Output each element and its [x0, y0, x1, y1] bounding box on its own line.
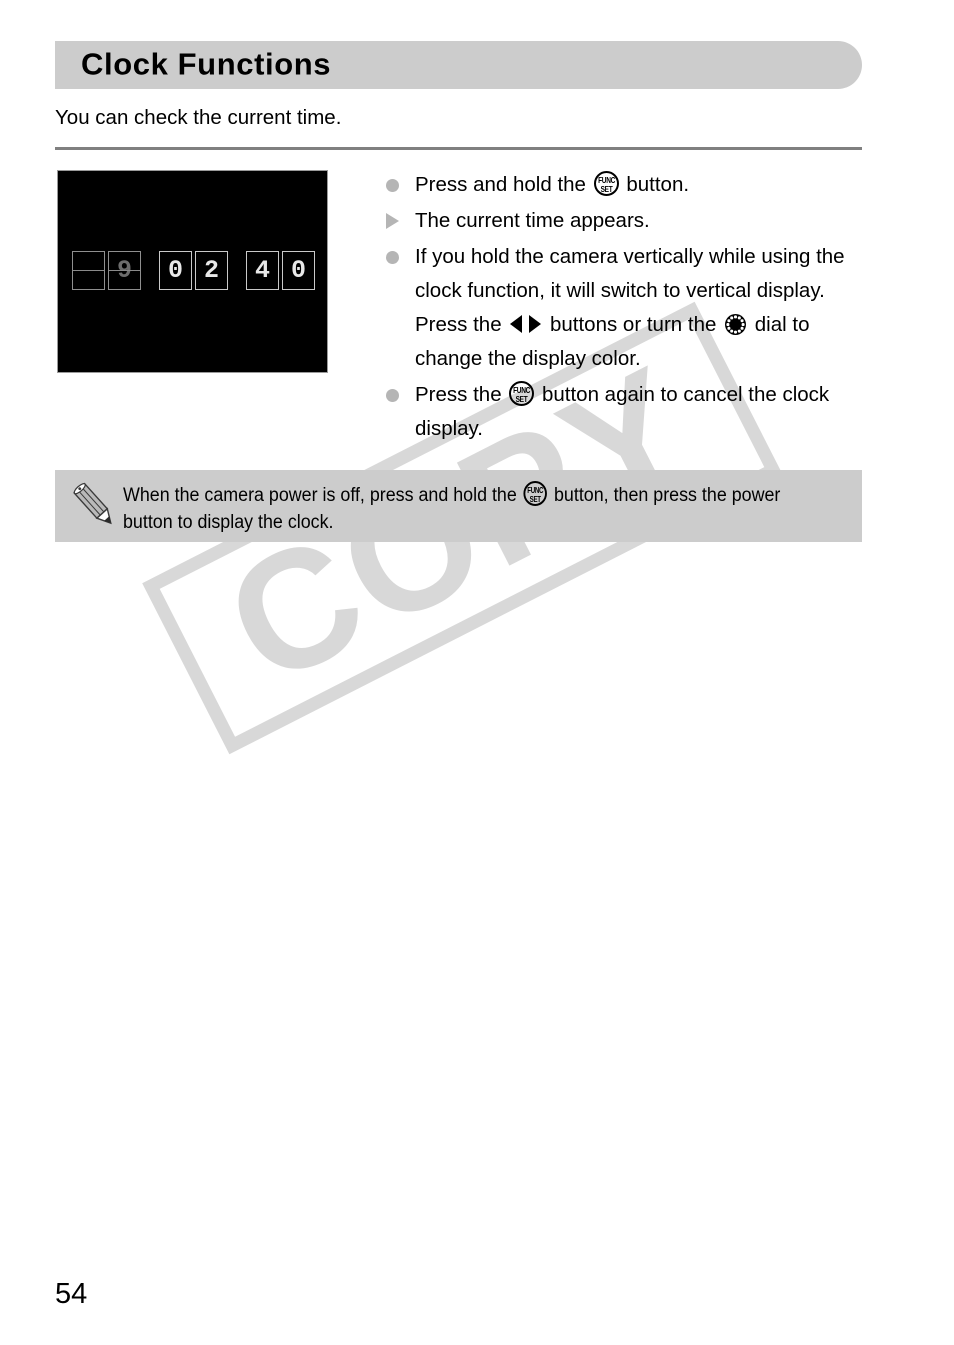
func-set-icon-label-bottom: SET	[529, 494, 541, 504]
clock-digit-row: 9 0 2 4 0	[72, 251, 318, 290]
clock-digit-3-value: 2	[203, 256, 219, 285]
clock-digit-1: 9	[108, 251, 141, 290]
bullet-dot-icon	[386, 179, 399, 192]
header-divider	[55, 147, 862, 150]
instruction-item-1: Press and hold the FUNC SET button.	[386, 168, 866, 202]
bullet-dot-icon	[386, 251, 399, 264]
pencil-icon	[73, 482, 112, 525]
func-set-button-icon: FUNC SET	[509, 381, 535, 406]
instruction-list: Press and hold the FUNC SET button. The c…	[386, 168, 866, 448]
func-set-button-icon: FUNC SET	[593, 171, 619, 196]
instruction-item-2: The current time appears.	[386, 204, 866, 238]
note-text: When the camera power is off, press and …	[123, 481, 805, 536]
control-dial-icon	[725, 314, 747, 335]
left-right-buttons-icon	[510, 314, 542, 334]
intro-text: You can check the current time.	[55, 106, 342, 129]
note-text-a: When the camera power is off, press and …	[123, 485, 522, 506]
note-box: When the camera power is off, press and …	[55, 470, 862, 542]
clock-digit-0	[72, 251, 105, 290]
func-set-icon-label-top: FUNC	[597, 175, 615, 185]
instruction-item-1-text-a: Press and hold the	[415, 173, 592, 196]
manual-page: COPY Clock Functions You can check the c…	[0, 0, 954, 1345]
camera-lcd-figure: 9 0 2 4 0	[57, 170, 328, 373]
clock-digit-4-value: 4	[254, 256, 270, 285]
page-number: 54	[55, 1278, 88, 1310]
func-set-button-icon: FUNC SET	[523, 481, 548, 506]
instruction-item-2-text: The current time appears.	[415, 209, 650, 232]
clock-digit-2-value: 0	[167, 256, 183, 285]
result-triangle-icon	[386, 213, 399, 229]
func-set-icon-label-top: FUNC	[527, 485, 544, 495]
clock-digit-5: 0	[282, 251, 315, 290]
flip-seam-icon	[73, 270, 104, 272]
right-arrow-icon	[529, 315, 542, 333]
func-set-icon-label-bottom: SET	[600, 184, 613, 194]
left-arrow-icon	[510, 315, 523, 333]
instruction-item-3: If you hold the camera vertically while …	[386, 240, 866, 376]
instruction-item-4: Press the FUNC SET button again to cancel…	[386, 378, 866, 446]
clock-digit-3: 2	[195, 251, 228, 290]
instruction-item-4-text-a: Press the	[415, 383, 508, 406]
page-title: Clock Functions	[81, 46, 332, 82]
clock-digit-4: 4	[246, 251, 279, 290]
func-set-icon-label-bottom: SET	[515, 394, 528, 404]
instruction-item-1-text-b: button.	[620, 173, 690, 196]
instruction-item-3-text-b: buttons or turn the	[544, 313, 723, 336]
section-title-banner: Clock Functions	[55, 41, 862, 89]
clock-digit-5-value: 0	[290, 256, 306, 285]
bullet-dot-icon	[386, 389, 399, 402]
func-set-icon-label-top: FUNC	[513, 385, 531, 395]
clock-digit-2: 0	[159, 251, 192, 290]
flip-seam-icon	[109, 270, 140, 272]
